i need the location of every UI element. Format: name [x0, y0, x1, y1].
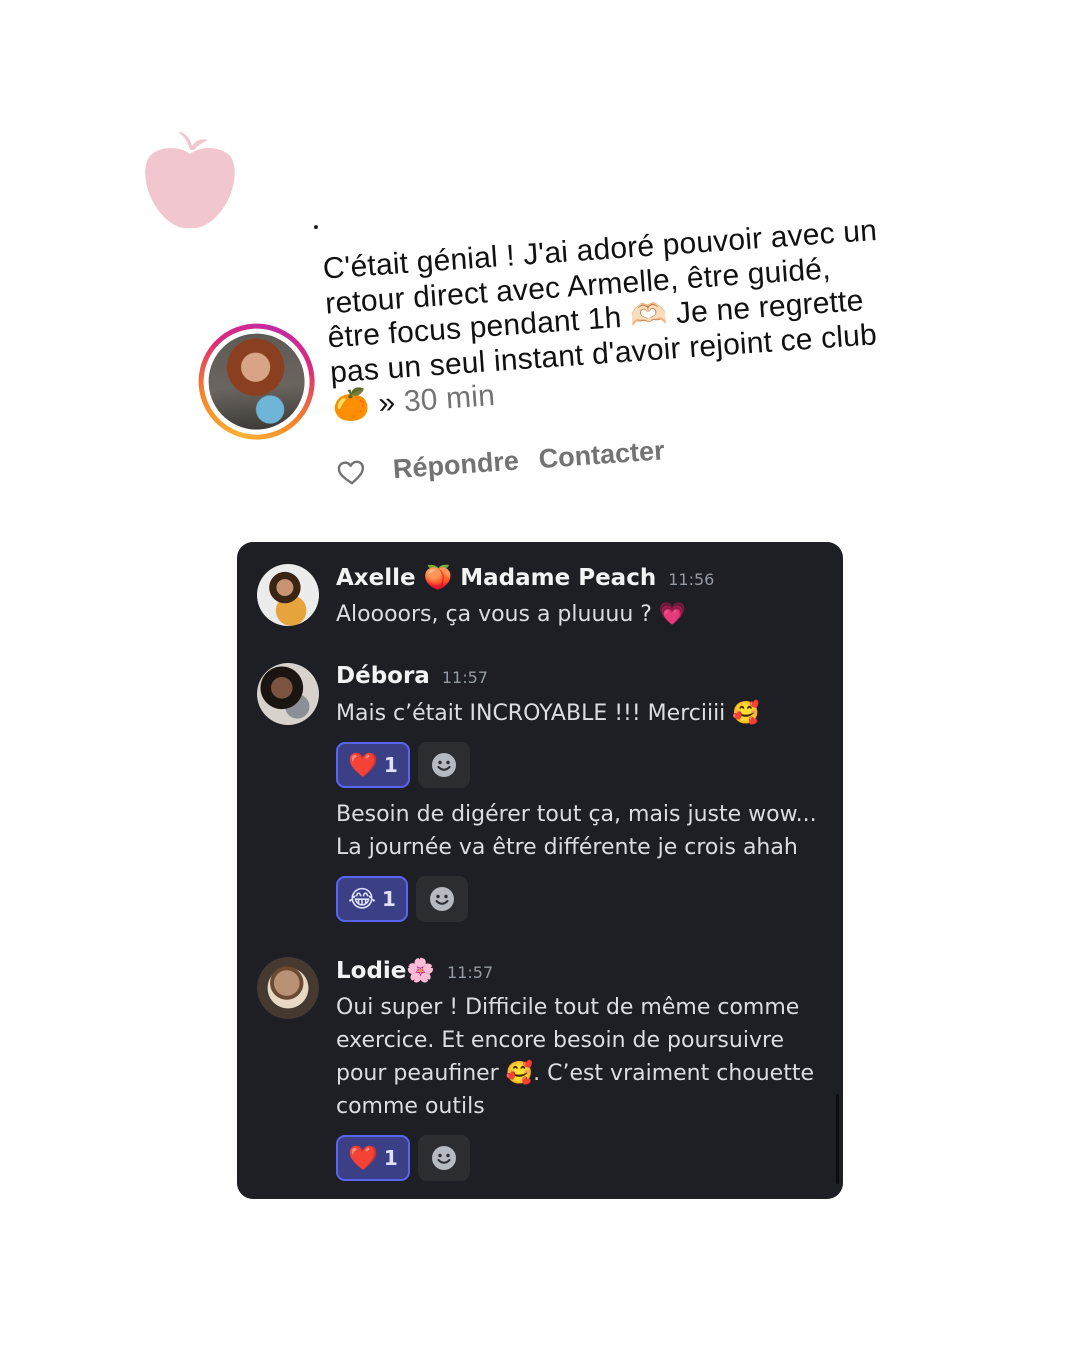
heart-emoji: ❤️: [348, 751, 378, 779]
heart-emoji: ❤️: [348, 1144, 378, 1172]
reaction-joy[interactable]: 😂 1: [336, 876, 408, 922]
smiley-add-reaction-icon: [431, 1146, 456, 1170]
joy-emoji: 😂: [348, 885, 377, 913]
heart-outline-icon[interactable]: [336, 459, 366, 487]
add-reaction-button[interactable]: [417, 1135, 470, 1181]
author-name[interactable]: Lodie🌸: [336, 957, 435, 984]
avatar[interactable]: [257, 957, 319, 1019]
scrollbar[interactable]: [836, 1094, 839, 1184]
avatar[interactable]: [257, 564, 319, 626]
author-name[interactable]: Axelle 🍑 Madame Peach: [336, 564, 656, 591]
reaction-bar: ❤️ 1: [336, 742, 825, 788]
avatar[interactable]: [257, 663, 319, 725]
reaction-count: 1: [383, 1146, 398, 1170]
message-text: Oui super ! Difficile tout de même comme…: [336, 995, 815, 1119]
comment-actions: Répondre Contacter: [336, 435, 665, 489]
reaction-count: 1: [382, 887, 396, 911]
reply-button[interactable]: Répondre: [392, 446, 520, 486]
message-text: Aloooors, ça vous a pluuuu ? 💗: [336, 602, 687, 627]
reaction-bar: 😂 1: [336, 876, 825, 922]
message-text: Mais c’était INCROYABLE !!! Merciiii 🥰: [336, 701, 760, 726]
reaction-count: 1: [383, 753, 398, 777]
add-reaction-button[interactable]: [417, 742, 470, 788]
instagram-comment: C'était génial ! J'ai adoré pouvoir avec…: [188, 183, 906, 511]
message-timestamp: 11:56: [668, 570, 715, 589]
decorative-dot: [313, 224, 319, 230]
avatar-photo: [205, 330, 308, 433]
reaction-heart[interactable]: ❤️ 1: [336, 1135, 410, 1181]
comment-text: C'était génial ! J'ai adoré pouvoir avec…: [321, 213, 879, 424]
reaction-bar: ❤️ 1: [336, 1135, 825, 1181]
reaction-heart[interactable]: ❤️ 1: [336, 742, 410, 788]
story-ring-avatar[interactable]: [194, 319, 319, 444]
apple-icon: [145, 132, 235, 229]
contact-button[interactable]: Contacter: [538, 435, 666, 475]
discord-chat-panel: Axelle 🍑 Madame Peach 11:56 Aloooors, ça…: [237, 542, 843, 1199]
author-name[interactable]: Débora: [336, 663, 430, 689]
message-text: Besoin de digérer tout ça, mais juste wo…: [336, 802, 817, 860]
message-timestamp: 11:57: [441, 668, 488, 687]
add-reaction-button[interactable]: [415, 876, 468, 922]
smiley-add-reaction-icon: [429, 887, 454, 911]
comment-time: 30 min: [402, 379, 497, 419]
smiley-add-reaction-icon: [431, 753, 456, 777]
message-timestamp: 11:57: [447, 963, 494, 982]
